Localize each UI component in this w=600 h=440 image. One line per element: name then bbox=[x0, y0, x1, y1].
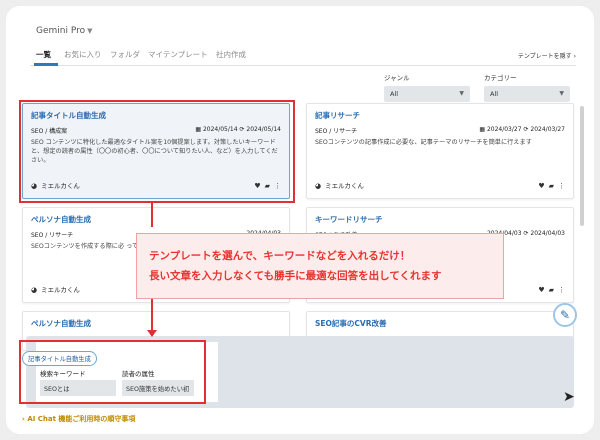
chevron-right-icon: › bbox=[573, 53, 576, 60]
genre-value: All bbox=[390, 90, 399, 98]
category-label: カテゴリー bbox=[484, 74, 517, 82]
callout-line-2: 長い文章を入力しなくても勝手に最適な回答を出してくれます bbox=[149, 270, 442, 282]
annotation-arrow-line bbox=[151, 203, 153, 227]
template-card[interactable]: 記事リサーチ SEO / リサーチ ▦ 2024/03/27 ⟳ 2024/03… bbox=[306, 103, 574, 199]
category-value: All bbox=[490, 90, 499, 98]
created-date: 2024/03/27 bbox=[486, 126, 522, 133]
scrollbar[interactable] bbox=[580, 106, 584, 226]
hide-templates-link[interactable]: テンプレートを隠す › bbox=[518, 51, 576, 60]
tab-favorites[interactable]: お気に入り bbox=[64, 49, 102, 60]
author-name: ミエルカくん bbox=[41, 286, 80, 294]
pencil-icon[interactable]: ✎ bbox=[553, 303, 577, 327]
genre-label: ジャンル bbox=[384, 74, 410, 82]
card-description: SEOコンテンツの記事作成に必要な、記事テーマのリサーチを簡単に行えます bbox=[315, 139, 532, 146]
card-title: 記事リサーチ bbox=[315, 111, 360, 120]
more-icon[interactable]: ⋮ bbox=[558, 286, 565, 294]
tab-my-templates[interactable]: マイテンプレート bbox=[148, 49, 208, 60]
card-category: SEO / リサーチ bbox=[31, 232, 74, 239]
hide-templates-label: テンプレートを隠す bbox=[517, 53, 572, 60]
card-title: ペルソナ自動生成 bbox=[31, 319, 91, 328]
tab-folders[interactable]: フォルダ bbox=[110, 49, 140, 60]
updated-date: 2024/04/03 bbox=[530, 230, 565, 237]
card-title: キーワードリサーチ bbox=[315, 215, 383, 224]
callout-line-1: テンプレートを選んで、キーワードなどを入れるだけ！ bbox=[149, 250, 411, 262]
refresh-icon: ⟳ bbox=[523, 230, 529, 237]
card-title: SEO記事のCVR改善 bbox=[315, 319, 387, 328]
card-title: ペルソナ自動生成 bbox=[31, 215, 91, 224]
author-name: ミエルカくん bbox=[325, 182, 364, 190]
updated-date: 2024/03/27 bbox=[530, 126, 565, 133]
heart-icon[interactable]: ♥ bbox=[538, 182, 544, 190]
category-select[interactable]: All ▼ bbox=[484, 86, 570, 102]
more-icon[interactable]: ⋮ bbox=[558, 182, 565, 190]
annotation-arrow-head bbox=[147, 330, 157, 337]
highlight-box-card bbox=[19, 100, 295, 203]
annotation-callout: テンプレートを選んで、キーワードなどを入れるだけ！ 長い文章を入力しなくても勝手… bbox=[136, 233, 504, 299]
card-dates: ▦ 2024/03/27 ⟳ 2024/03/27 bbox=[479, 126, 565, 133]
annotation-arrow-line bbox=[151, 299, 153, 331]
refresh-icon: ⟳ bbox=[523, 126, 529, 133]
model-select[interactable]: Gemini Pro ▼ bbox=[36, 26, 93, 36]
usage-notice-link[interactable]: › AI Chat 機能ご利用時の順守事項 bbox=[22, 414, 135, 424]
chevron-down-icon: ▼ bbox=[459, 90, 464, 97]
app-frame: Gemini Pro ▼ 一覧 お気に入り フォルダ マイテンプレート 社内作成 … bbox=[6, 6, 594, 434]
avatar-icon: ◕ bbox=[31, 286, 38, 294]
highlight-box-form bbox=[19, 340, 206, 404]
usage-notice-label: AI Chat 機能ご利用時の順守事項 bbox=[27, 415, 136, 423]
chevron-down-icon: ▼ bbox=[559, 90, 564, 97]
calendar-icon: ▦ bbox=[479, 126, 486, 133]
card-author: ◕ ミエルカくん bbox=[31, 284, 80, 294]
model-name: Gemini Pro bbox=[36, 26, 86, 36]
tab-all[interactable]: 一覧 bbox=[36, 49, 51, 60]
template-tabs: 一覧 お気に入り フォルダ マイテンプレート 社内作成 テンプレートを隠す › bbox=[30, 46, 576, 66]
card-actions: ♥ ▰ ⋮ bbox=[534, 182, 565, 190]
heart-icon[interactable]: ♥ bbox=[538, 286, 544, 294]
genre-select[interactable]: All ▼ bbox=[384, 86, 470, 102]
card-category: SEO / リサーチ bbox=[315, 128, 358, 135]
tab-internal[interactable]: 社内作成 bbox=[216, 49, 246, 60]
avatar-icon: ◕ bbox=[315, 182, 322, 190]
card-author: ◕ ミエルカくん bbox=[315, 180, 364, 190]
card-actions: ♥ ▰ ⋮ bbox=[534, 286, 565, 294]
folder-plus-icon[interactable]: ▰ bbox=[549, 182, 554, 190]
folder-plus-icon[interactable]: ▰ bbox=[549, 286, 554, 294]
caret-down-icon: ▼ bbox=[87, 27, 93, 35]
active-tab-indicator bbox=[34, 63, 58, 66]
send-icon[interactable]: ➤ bbox=[563, 389, 575, 405]
